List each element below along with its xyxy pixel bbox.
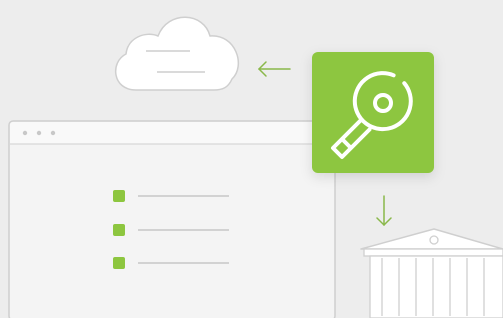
key-security-illustration xyxy=(8,16,503,318)
arrow-down-icon xyxy=(376,195,392,227)
window-dot-2 xyxy=(36,130,42,136)
key-badge xyxy=(312,52,434,173)
pediment-emblem xyxy=(429,235,439,245)
window-dot-1 xyxy=(22,130,28,136)
arrow-left-icon xyxy=(257,61,291,77)
bullet-square-icon xyxy=(113,190,125,202)
bank-building-icon xyxy=(360,228,503,318)
bullet-square-icon xyxy=(113,224,125,236)
bullet-square-icon xyxy=(113,257,125,269)
cloud-icon xyxy=(114,16,240,91)
browser-window xyxy=(8,120,336,318)
window-dot-3 xyxy=(50,130,56,136)
